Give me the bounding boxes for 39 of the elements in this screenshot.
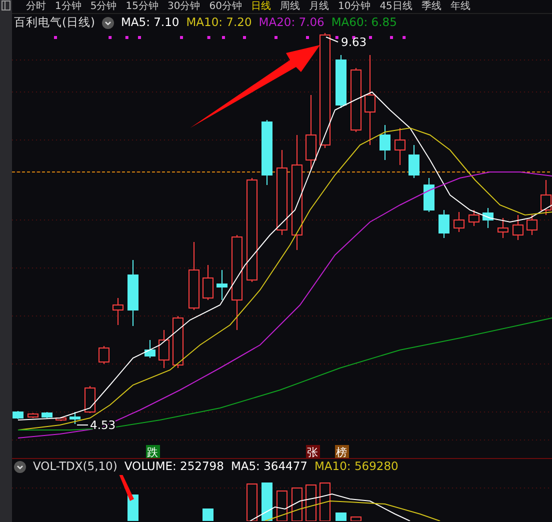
timeframe-tab[interactable]: 日线 xyxy=(250,0,271,13)
volume-value: VOLUME: 252798 xyxy=(124,458,224,476)
volume-value: MA10: 569280 xyxy=(314,458,398,476)
indicator-title: VOL-TDX(5,10) xyxy=(33,458,118,476)
timeframe-tab[interactable]: 45日线 xyxy=(380,0,412,13)
volume-bar xyxy=(292,488,302,521)
volume-bar xyxy=(350,516,362,521)
signal-marker: 张 xyxy=(306,445,320,458)
ma-value: MA20: 7.06 xyxy=(258,14,324,32)
ma-value: MA5: 7.10 xyxy=(120,14,180,32)
timeframe-tab[interactable]: 年线 xyxy=(450,0,470,13)
volume-bar xyxy=(306,484,316,521)
timeframe-tab[interactable]: 15分钟 xyxy=(126,0,158,13)
timeframe-tab[interactable]: 5分钟 xyxy=(90,0,117,13)
dropdown-icon[interactable] xyxy=(102,17,114,29)
timeframe-tab[interactable]: 30分钟 xyxy=(167,0,200,13)
volume-bar xyxy=(262,482,272,521)
timeframe-tab[interactable]: 10分钟 xyxy=(338,0,371,13)
signal-marker: 榜 xyxy=(335,445,349,458)
high-price-label: 9.63 xyxy=(341,35,367,49)
volume-bar xyxy=(246,484,258,521)
volume-value: MA5: 364477 xyxy=(230,458,308,476)
timeframe-tab[interactable]: 分时 xyxy=(26,0,46,13)
volume-bar xyxy=(128,494,138,521)
timeframe-tab[interactable]: 60分钟 xyxy=(209,0,242,13)
dropdown-icon[interactable] xyxy=(14,461,26,473)
volume-bar xyxy=(320,482,330,521)
timeframe-tab[interactable]: 1分钟 xyxy=(55,0,82,13)
volume-bar xyxy=(202,508,214,521)
volume-bar xyxy=(276,490,288,521)
timeframe-tab[interactable]: 周线 xyxy=(280,0,300,13)
stock-title: 百利电气(日线) xyxy=(14,14,95,32)
volume-bar xyxy=(336,512,346,521)
timeframe-tab[interactable]: 月线 xyxy=(308,0,329,13)
signal-marker: 跌 xyxy=(146,445,160,458)
ma-value: MA60: 6.85 xyxy=(331,14,397,32)
ma-value: MA10: 7.20 xyxy=(186,14,252,32)
panel-icon[interactable] xyxy=(1,0,11,11)
timeframe-tab[interactable]: 季线 xyxy=(421,0,442,13)
